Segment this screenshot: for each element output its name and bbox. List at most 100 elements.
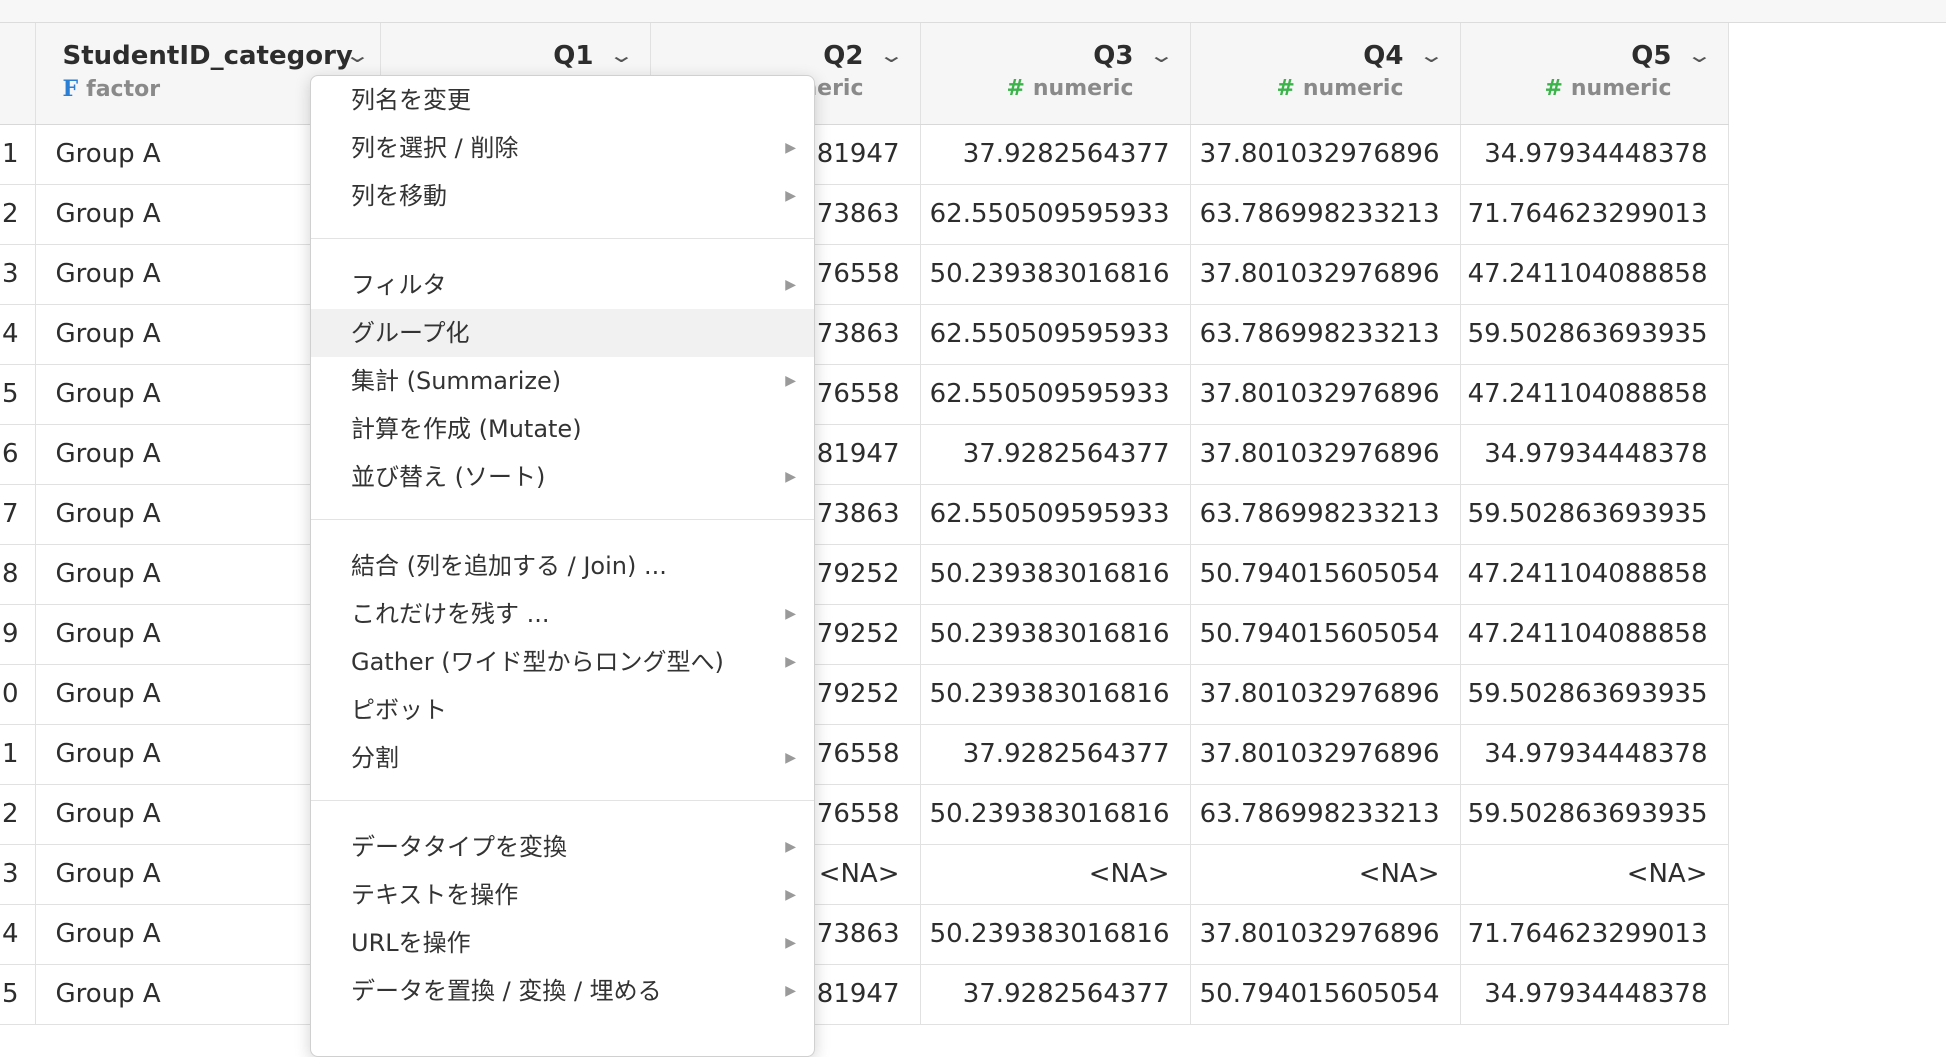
row-number-cell[interactable]: 4 [0,304,36,365]
row-number-cell[interactable]: 2 [0,184,36,245]
menu-item-label: 結合 (列を追加する / Join) ... [351,552,667,580]
q3-cell[interactable]: 62.550509595933 [920,304,1191,365]
row-number-cell[interactable]: 3 [0,844,36,905]
menu-item[interactable]: 分割 ▶ [311,734,814,782]
q4-cell[interactable]: 37.801032976896 [1190,664,1461,725]
row-number-cell[interactable]: 5 [0,364,36,425]
q5-cell[interactable]: 47.241104088858 [1460,544,1729,605]
q3-cell[interactable]: 50.239383016816 [920,904,1191,965]
menu-item[interactable]: 計算を作成 (Mutate) [311,405,814,453]
q5-cell[interactable]: 59.502863693935 [1460,484,1729,545]
column-header-q4[interactable]: Q4 ⌄ # numeric [1190,23,1461,125]
row-number-cell[interactable]: 7 [0,484,36,545]
row-number-cell[interactable]: 6 [0,424,36,485]
q3-cell[interactable]: 62.550509595933 [920,364,1191,425]
q3-cell[interactable]: 50.239383016816 [920,664,1191,725]
chevron-down-icon[interactable]: ⌄ [343,43,370,67]
q4-cell[interactable]: 50.794015605054 [1190,604,1461,665]
menu-item[interactable]: 並び替え (ソート) ▶ [311,453,814,501]
menu-item[interactable]: URLを操作 ▶ [311,919,814,967]
table-row: 6 Group Ai81947 37.9282564377 37.8010329768… [0,424,1729,485]
q4-cell[interactable]: 37.801032976896 [1190,424,1461,485]
q3-cell[interactable]: 50.239383016816 [920,604,1191,665]
menu-item[interactable]: グループ化 [311,309,814,357]
q4-cell[interactable]: <NA> [1190,844,1461,905]
menu-item[interactable]: テキストを操作 ▶ [311,871,814,919]
q3-cell[interactable]: 37.9282564377 [920,964,1191,1025]
menu-item[interactable]: データタイプを変換 ▶ [311,823,814,871]
q3-cell[interactable]: 50.239383016816 [920,544,1191,605]
menu-item[interactable]: 集計 (Summarize) ▶ [311,357,814,405]
menu-item[interactable]: データを置換 / 変換 / 埋める ▶ [311,967,814,1015]
menu-item[interactable]: これだけを残す ... ▶ [311,590,814,638]
q4-cell[interactable]: 63.786998233213 [1190,184,1461,245]
q4-cell[interactable]: 63.786998233213 [1190,484,1461,545]
q5-cell[interactable]: 47.241104088858 [1460,364,1729,425]
q4-cell[interactable]: 37.801032976896 [1190,724,1461,785]
chevron-down-icon[interactable]: ⌄ [608,43,635,67]
submenu-arrow-icon: ▶ [785,654,796,670]
numeric-type-icon: # [1544,76,1563,101]
q5-cell[interactable]: 59.502863693935 [1460,784,1729,845]
table-row: 2 Group Ai76558 50.239383016816 63.78699823… [0,784,1729,845]
submenu-arrow-icon: ▶ [785,277,796,293]
row-number-cell[interactable]: 3 [0,244,36,305]
header-row: StudentID_category ⌄ Ffactor Q1 ⌄ Q2 ⌄ neri… [0,23,1729,125]
q5-cell[interactable]: 47.241104088858 [1460,604,1729,665]
table-row: 0 Group Ai79252 50.239383016816 37.80103297… [0,664,1729,725]
q5-cell[interactable]: 59.502863693935 [1460,304,1729,365]
menu-item[interactable]: 列を移動 ▶ [311,172,814,220]
column-header-q3[interactable]: Q3 ⌄ # numeric [920,23,1191,125]
row-number-cell[interactable]: 2 [0,784,36,845]
column-name: Q4 [1363,41,1404,71]
q4-cell[interactable]: 50.794015605054 [1190,544,1461,605]
q3-cell[interactable]: 37.9282564377 [920,724,1191,785]
q5-cell[interactable]: 34.97934448378 [1460,724,1729,785]
menu-item-label: 計算を作成 (Mutate) [351,415,582,443]
column-header-q5[interactable]: Q5 ⌄ # numeric [1460,23,1729,125]
chevron-down-icon[interactable]: ⌄ [878,43,905,67]
q3-cell[interactable]: 37.9282564377 [920,124,1191,185]
row-number-cell[interactable]: 5 [0,964,36,1025]
q4-cell[interactable]: 63.786998233213 [1190,784,1461,845]
q3-cell[interactable]: <NA> [920,844,1191,905]
menu-item[interactable]: 列を選択 / 削除 ▶ [311,124,814,172]
submenu-arrow-icon: ▶ [785,935,796,951]
q5-cell[interactable]: 71.764623299013 [1460,184,1729,245]
q4-cell[interactable]: 37.801032976896 [1190,364,1461,425]
table-row: 4 Group Ai73863 62.550509595933 63.78699823… [0,304,1729,365]
q3-cell[interactable]: 62.550509595933 [920,484,1191,545]
q4-cell[interactable]: 37.801032976896 [1190,904,1461,965]
column-name: Q5 [1631,41,1672,71]
q5-cell[interactable]: <NA> [1460,844,1729,905]
q3-cell[interactable]: 37.9282564377 [920,424,1191,485]
menu-item[interactable]: 結合 (列を追加する / Join) ... [311,542,814,590]
menu-item[interactable]: Gather (ワイド型からロング型へ) ▶ [311,638,814,686]
q3-cell[interactable]: 62.550509595933 [920,184,1191,245]
q4-cell[interactable]: 37.801032976896 [1190,244,1461,305]
q4-cell[interactable]: 63.786998233213 [1190,304,1461,365]
chevron-down-icon[interactable]: ⌄ [1686,43,1713,67]
q3-cell[interactable]: 50.239383016816 [920,244,1191,305]
q5-cell[interactable]: 34.97934448378 [1460,124,1729,185]
menu-item[interactable]: 列名を変更 [311,76,814,124]
menu-item-label: 並び替え (ソート) [351,463,546,491]
row-number-cell[interactable]: 1 [0,724,36,785]
q5-cell[interactable]: 34.97934448378 [1460,424,1729,485]
q4-cell[interactable]: 37.801032976896 [1190,124,1461,185]
row-number-cell[interactable]: 4 [0,904,36,965]
q4-cell[interactable]: 50.794015605054 [1190,964,1461,1025]
row-number-cell[interactable]: 1 [0,124,36,185]
menu-item[interactable]: フィルタ ▶ [311,261,814,309]
q3-cell[interactable]: 50.239383016816 [920,784,1191,845]
q5-cell[interactable]: 71.764623299013 [1460,904,1729,965]
chevron-down-icon[interactable]: ⌄ [1418,43,1445,67]
q5-cell[interactable]: 59.502863693935 [1460,664,1729,725]
row-number-cell[interactable]: 0 [0,664,36,725]
row-number-cell[interactable]: 8 [0,544,36,605]
chevron-down-icon[interactable]: ⌄ [1148,43,1175,67]
row-number-cell[interactable]: 9 [0,604,36,665]
q5-cell[interactable]: 34.97934448378 [1460,964,1729,1025]
menu-item[interactable]: ピボット [311,686,814,734]
q5-cell[interactable]: 47.241104088858 [1460,244,1729,305]
